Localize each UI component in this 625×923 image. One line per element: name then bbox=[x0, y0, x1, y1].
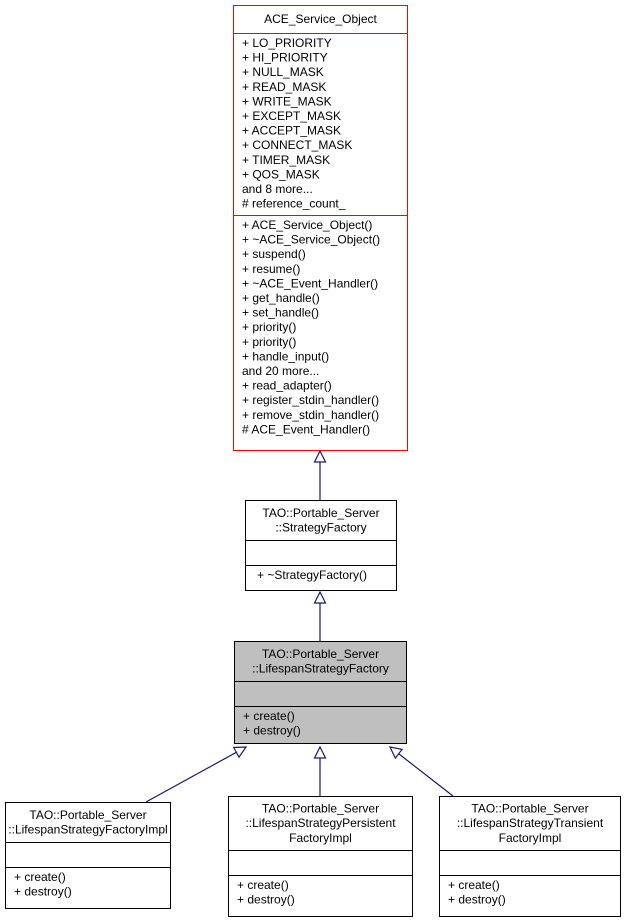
edge-line bbox=[145, 751, 237, 803]
class-node-lifespan-strategy-persistent-factory-impl[interactable]: TAO::Portable_Server::LifespanStrategyPe… bbox=[228, 796, 413, 917]
class-method: + priority() bbox=[242, 320, 296, 334]
class-name-line: ::LifespanStrategyPersistent bbox=[245, 816, 396, 830]
class-name-line: FactoryImpl bbox=[289, 831, 352, 845]
class-attribute: # reference_count_ bbox=[242, 197, 346, 211]
class-name-line: TAO::Portable_Server bbox=[262, 647, 379, 661]
class-method: + ~StrategyFactory() bbox=[257, 568, 367, 582]
class-name-line: ACE_Service_Object bbox=[264, 12, 377, 26]
inheritance-arrowhead-icon bbox=[313, 449, 327, 463]
class-attribute: + ACCEPT_MASK bbox=[242, 124, 341, 138]
class-name-line: ::LifespanStrategyFactoryImpl bbox=[8, 823, 167, 837]
class-name-line: TAO::Portable_Server bbox=[262, 506, 379, 520]
class-method: + register_stdin_handler() bbox=[242, 393, 379, 407]
class-method: + ~ACE_Event_Handler() bbox=[242, 276, 378, 290]
edge-line bbox=[398, 753, 454, 797]
inheritance-edge bbox=[313, 590, 327, 641]
class-attribute: + WRITE_MASK bbox=[242, 94, 332, 108]
class-attribute: + HI_PRIORITY bbox=[242, 51, 328, 65]
class-method: + get_handle() bbox=[242, 291, 320, 305]
class-attribute: + READ_MASK bbox=[242, 80, 326, 94]
class-name-line: ::LifespanStrategyTransient bbox=[457, 816, 604, 830]
class-attribute: + TIMER_MASK bbox=[242, 153, 330, 167]
inheritance-arrowhead-icon bbox=[232, 746, 248, 759]
class-attribute: + CONNECT_MASK bbox=[242, 138, 352, 152]
class-method: + create() bbox=[237, 878, 289, 892]
class-method: + read_adapter() bbox=[242, 379, 332, 393]
inheritance-edge bbox=[313, 449, 327, 500]
inheritance-edge bbox=[313, 745, 327, 796]
class-node-strategy-factory[interactable]: TAO::Portable_Server::StrategyFactory+ ~… bbox=[245, 500, 397, 591]
class-node-lifespan-strategy-factory-impl[interactable]: TAO::Portable_Server::LifespanStrategyFa… bbox=[5, 802, 171, 909]
class-method: + create() bbox=[14, 870, 66, 884]
class-method: + ~ACE_Service_Object() bbox=[242, 233, 380, 247]
class-method: + create() bbox=[243, 709, 295, 723]
inheritance-arrowhead-icon bbox=[388, 746, 404, 760]
class-method: + resume() bbox=[242, 262, 300, 276]
class-method: + handle_input() bbox=[242, 349, 329, 363]
class-method: + create() bbox=[448, 878, 500, 892]
class-name-line: TAO::Portable_Server bbox=[471, 802, 588, 816]
class-method: # ACE_Event_Handler() bbox=[242, 422, 370, 436]
inheritance-arrowhead-icon bbox=[313, 745, 327, 759]
class-attribute: + LO_PRIORITY bbox=[242, 36, 332, 50]
class-method: + remove_stdin_handler() bbox=[242, 408, 379, 422]
class-node-ace-service-object[interactable]: ACE_Service_Object + LO_PRIORITY+ HI_PRIO… bbox=[233, 5, 408, 451]
class-method: + priority() bbox=[242, 335, 296, 349]
class-method: + destroy() bbox=[448, 893, 506, 907]
class-method: + set_handle() bbox=[242, 306, 319, 320]
class-method: + destroy() bbox=[14, 885, 72, 899]
class-method: and 20 more... bbox=[242, 364, 319, 378]
class-attribute: + EXCEPT_MASK bbox=[242, 109, 341, 123]
class-name-line: TAO::Portable_Server bbox=[262, 802, 379, 816]
nodes-layer: ACE_Service_Object + LO_PRIORITY+ HI_PRIO… bbox=[5, 5, 621, 917]
class-node-lifespan-strategy-transient-factory-impl[interactable]: TAO::Portable_Server::LifespanStrategyTr… bbox=[439, 796, 621, 917]
class-method: + suspend() bbox=[242, 247, 306, 261]
class-attribute: + QOS_MASK bbox=[242, 167, 320, 181]
class-method: + destroy() bbox=[237, 893, 295, 907]
class-name-line: ::LifespanStrategyFactory bbox=[252, 662, 389, 676]
inheritance-edge bbox=[145, 746, 248, 803]
class-node-lifespan-strategy-factory[interactable]: TAO::Portable_Server::LifespanStrategyFa… bbox=[234, 641, 407, 744]
class-attribute: + NULL_MASK bbox=[242, 65, 324, 79]
class-method: + ACE_Service_Object() bbox=[242, 218, 372, 232]
class-name-line: ::StrategyFactory bbox=[275, 521, 366, 535]
class-diagram: ACE_Service_Object + LO_PRIORITY+ HI_PRIO… bbox=[5, 5, 621, 917]
class-attribute: and 8 more... bbox=[242, 182, 313, 196]
inheritance-arrowhead-icon bbox=[313, 590, 327, 604]
class-name-line: TAO::Portable_Server bbox=[29, 808, 146, 822]
class-method: + destroy() bbox=[243, 724, 301, 738]
inheritance-edge bbox=[388, 746, 454, 797]
class-name-line: FactoryImpl bbox=[499, 831, 562, 845]
